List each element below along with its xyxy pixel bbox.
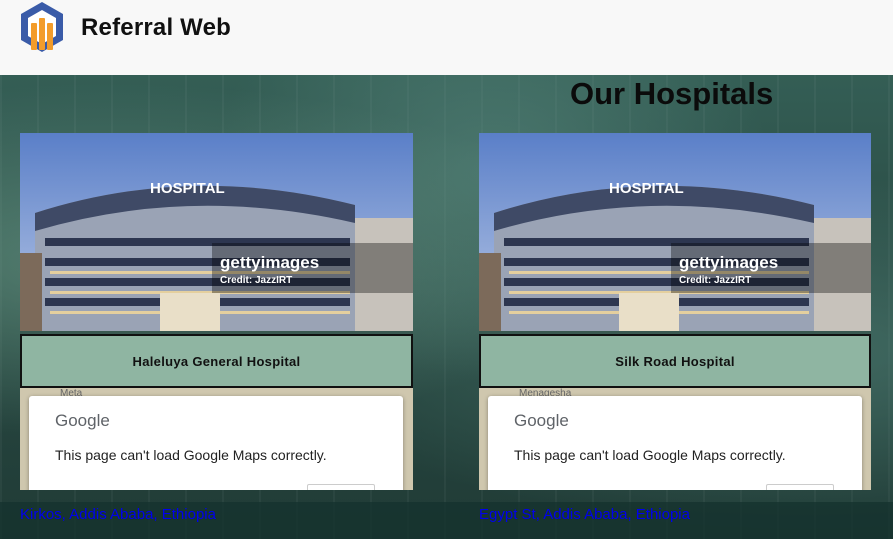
- app-logo-icon[interactable]: [20, 1, 64, 53]
- google-logo: Google: [55, 411, 110, 430]
- brand-title[interactable]: Referral Web: [81, 14, 231, 42]
- map-error-dialog: Google This page can't load Google Maps …: [488, 396, 862, 490]
- map-embed[interactable]: Meta Google This page can't load Google …: [20, 388, 413, 490]
- hospital-card: HOSPITAL gettyimages Credit: JazzIRT Sil…: [479, 133, 871, 490]
- google-logo: Google: [514, 411, 569, 430]
- credit-text: Credit: JazzIRT: [220, 275, 292, 286]
- watermark-text: gettyimages: [679, 253, 778, 272]
- credit-text: Credit: JazzIRT: [679, 275, 751, 286]
- hospital-address-link[interactable]: Egypt St, Addis Ababa, Ethiopia: [479, 506, 690, 523]
- watermark-text: gettyimages: [220, 253, 319, 272]
- map-error-message: This page can't load Google Maps correct…: [55, 447, 327, 463]
- hospital-photo: HOSPITAL gettyimages Credit: JazzIRT: [20, 133, 413, 331]
- hospital-sign-text: HOSPITAL: [150, 180, 225, 197]
- top-navbar: Referral Web: [0, 0, 893, 75]
- hospital-address-link[interactable]: Kirkos, Addis Ababa, Ethiopia: [20, 506, 216, 523]
- map-error-dialog: Google This page can't load Google Maps …: [29, 396, 403, 490]
- hospital-name[interactable]: Haleluya General Hospital: [20, 334, 413, 388]
- map-dialog-ok-button[interactable]: [307, 484, 375, 490]
- map-embed[interactable]: Menagesha Google This page can't load Go…: [479, 388, 871, 490]
- map-dialog-ok-button[interactable]: [766, 484, 834, 490]
- page-title: Our Hospitals: [570, 76, 774, 111]
- map-error-message: This page can't load Google Maps correct…: [514, 447, 786, 463]
- hospital-sign-text: HOSPITAL: [609, 180, 684, 197]
- hospital-card: HOSPITAL gettyimages Credit: JazzIRT Hal…: [20, 133, 413, 490]
- hospital-photo: HOSPITAL gettyimages Credit: JazzIRT: [479, 133, 871, 331]
- hospital-name[interactable]: Silk Road Hospital: [479, 334, 871, 388]
